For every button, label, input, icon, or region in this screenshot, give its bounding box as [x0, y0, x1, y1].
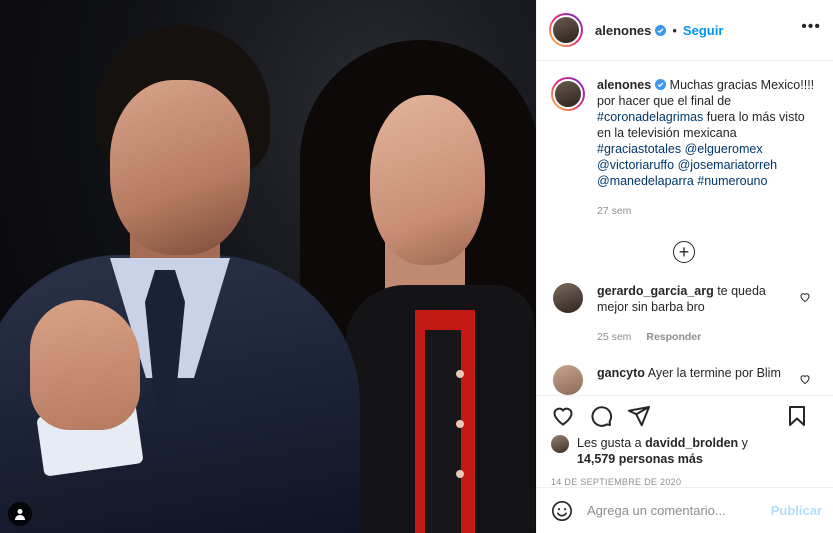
post-header: alenones • Seguir •••: [537, 0, 833, 61]
photo-dress-button: [456, 370, 464, 378]
caption-time[interactable]: 27 sem: [597, 203, 817, 219]
comment-bubble-icon[interactable]: [589, 404, 613, 428]
likes-text: Les gusta a davidd_brolden y 14,579 pers…: [577, 435, 748, 467]
photo-dress-button: [456, 420, 464, 428]
likes-prefix: Les gusta a: [577, 436, 646, 450]
post-caption: alenones Muchas gracias Mexico!!!! por h…: [551, 77, 817, 219]
commenter-avatar[interactable]: [553, 283, 583, 313]
comment-item: gerardo_garcia_arg te queda mejor sin ba…: [551, 283, 817, 345]
caption-hashtag[interactable]: #graciastotales: [597, 142, 681, 156]
plus-circle-icon: +: [673, 241, 695, 263]
comment-text: Ayer la termine por Blim: [644, 366, 781, 380]
commenter-username[interactable]: gerardo_garcia_arg: [597, 284, 714, 298]
emoji-icon[interactable]: [551, 500, 573, 522]
share-paper-plane-icon[interactable]: [627, 404, 651, 428]
publish-button[interactable]: Publicar: [771, 503, 822, 518]
caption-mention[interactable]: @elgueromex: [685, 142, 763, 156]
like-heart-icon[interactable]: [551, 404, 575, 428]
caption-avatar[interactable]: [551, 77, 585, 111]
post-date[interactable]: 14 DE SEPTIEMBRE DE 2020: [537, 477, 833, 487]
liker-username[interactable]: davidd_brolden: [645, 436, 738, 450]
caption-username[interactable]: alenones: [597, 78, 651, 92]
photo-man-hand: [30, 300, 140, 430]
comments-list[interactable]: alenones Muchas gracias Mexico!!!! por h…: [537, 61, 833, 395]
separator-dot: •: [672, 22, 677, 38]
tagged-users-button[interactable]: [8, 502, 32, 526]
save-bookmark-icon[interactable]: [785, 404, 809, 428]
post-side-panel: alenones • Seguir ••• alenones Muchas gr…: [536, 0, 833, 533]
caption-hashtag[interactable]: #coronadelagrimas: [597, 110, 703, 124]
reply-button[interactable]: Responder: [646, 331, 701, 343]
commenter-username[interactable]: gancyto: [597, 366, 645, 380]
post-photo[interactable]: [0, 0, 536, 533]
caption-mention[interactable]: @josemariatorreh: [678, 158, 778, 172]
photo-dress-button: [456, 470, 464, 478]
post-actions-bar: [537, 395, 833, 435]
commenter-avatar[interactable]: [553, 365, 583, 395]
author-username[interactable]: alenones: [595, 23, 651, 38]
like-comment-heart-icon[interactable]: [799, 373, 811, 385]
likes-count[interactable]: 14,579 personas más: [577, 452, 703, 466]
comment-composer: Publicar: [537, 487, 833, 533]
user-icon: [15, 509, 25, 520]
likes-summary: Les gusta a davidd_brolden y 14,579 pers…: [537, 435, 833, 467]
comment-time[interactable]: 25 sem: [597, 331, 631, 343]
liker-avatar[interactable]: [551, 435, 569, 453]
caption-mention[interactable]: @victoriaruffo: [597, 158, 674, 172]
caption-mention[interactable]: @manedelaparra: [597, 174, 694, 188]
follow-button[interactable]: Seguir: [683, 23, 723, 38]
load-more-comments[interactable]: +: [551, 241, 817, 263]
like-comment-heart-icon[interactable]: [799, 291, 811, 303]
comment-input[interactable]: [587, 503, 767, 518]
likes-middle: y: [738, 436, 748, 450]
verified-badge-icon: [655, 79, 667, 90]
caption-text: alenones Muchas gracias Mexico!!!! por h…: [597, 77, 817, 219]
photo-woman-black-panel: [425, 330, 461, 533]
caption-hashtag[interactable]: #numerouno: [697, 174, 767, 188]
author-avatar[interactable]: [549, 13, 583, 47]
photo-man-face: [110, 80, 250, 255]
verified-badge-icon: [655, 24, 667, 36]
comment-item: gancyto Ayer la termine por Blim: [551, 365, 817, 395]
more-options-icon[interactable]: •••: [801, 19, 821, 35]
photo-woman-face: [370, 95, 485, 265]
